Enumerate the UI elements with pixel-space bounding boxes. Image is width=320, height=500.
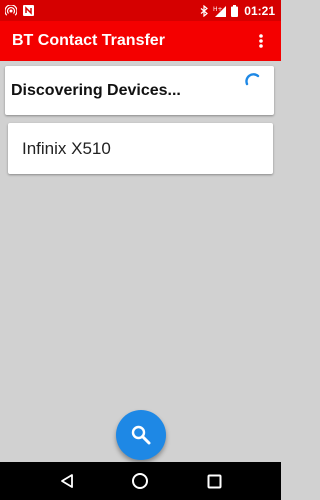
navigation-bar <box>0 462 281 500</box>
discovering-card: Discovering Devices... <box>5 66 274 115</box>
hotspot-icon <box>5 4 17 17</box>
home-icon[interactable] <box>128 469 152 493</box>
n-icon <box>23 5 34 16</box>
recents-icon[interactable] <box>202 469 226 493</box>
device-name: Infinix X510 <box>22 138 111 158</box>
bluetooth-icon <box>200 4 209 17</box>
app-title: BT Contact Transfer <box>12 32 165 49</box>
search-icon <box>130 424 152 446</box>
back-icon[interactable] <box>55 469 79 493</box>
device-list-item[interactable]: Infinix X510 <box>8 123 273 174</box>
status-right: H+ 01:21 <box>200 4 275 18</box>
app-bar: BT Contact Transfer <box>0 21 281 61</box>
discovering-label: Discovering Devices... <box>11 81 181 99</box>
battery-icon <box>231 4 239 17</box>
search-button[interactable] <box>116 410 166 460</box>
status-bar: H+ 01:21 <box>0 0 281 21</box>
loading-spinner-icon <box>242 70 264 92</box>
hplus-signal-icon: H+ <box>213 5 227 17</box>
status-left <box>5 4 34 17</box>
more-vert-icon[interactable] <box>251 29 271 53</box>
status-time: 01:21 <box>244 3 275 18</box>
